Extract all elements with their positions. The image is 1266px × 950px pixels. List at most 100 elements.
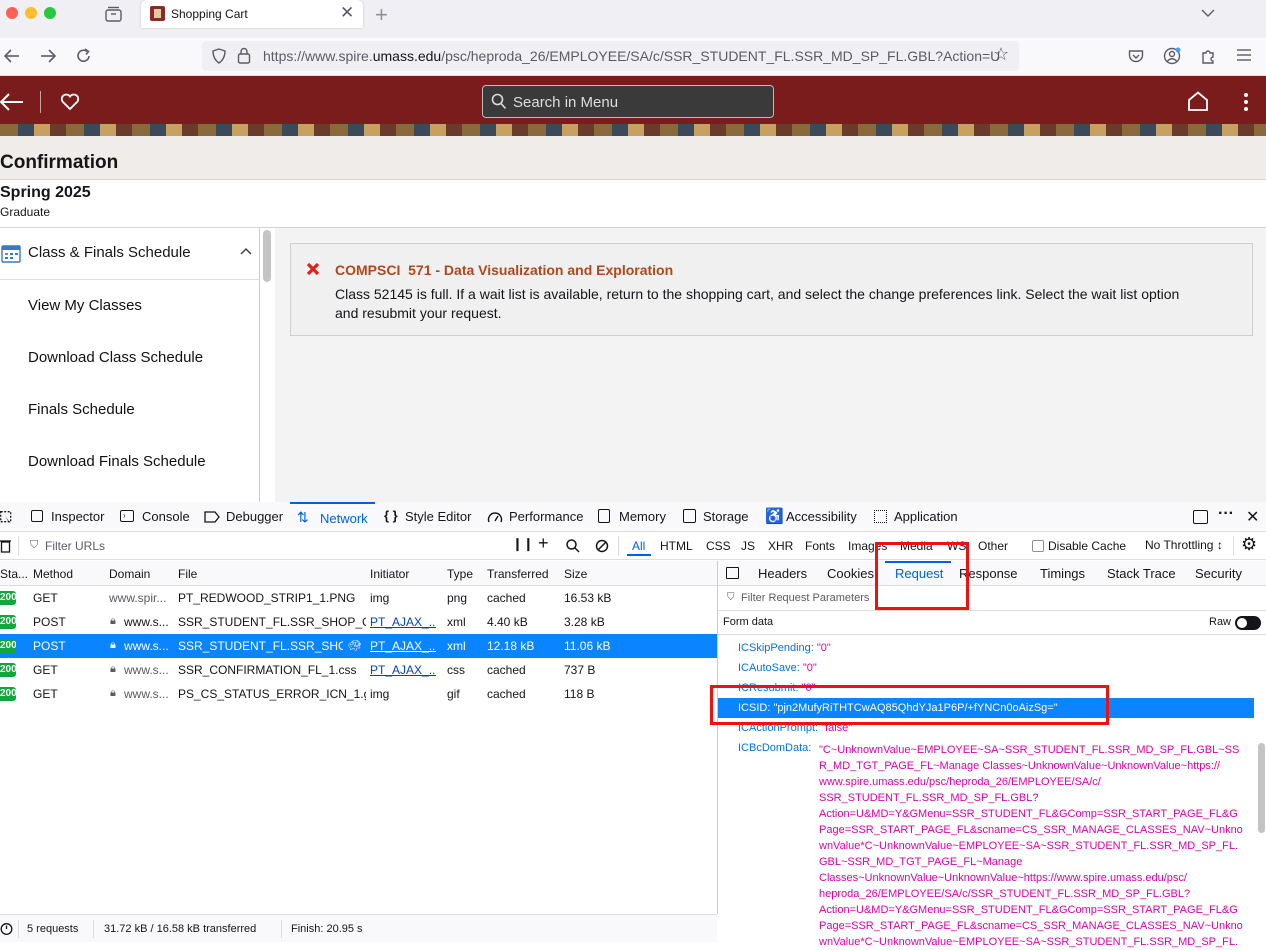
column-initiator[interactable]: Initiator bbox=[370, 567, 409, 581]
zoom-window-button[interactable] bbox=[44, 7, 56, 19]
tab-memory[interactable]: Memory bbox=[619, 509, 666, 524]
filter-js[interactable]: JS bbox=[741, 539, 755, 553]
sidebar-scrollbar[interactable] bbox=[263, 230, 271, 282]
console-icon: › bbox=[120, 510, 134, 522]
tab-stack-trace[interactable]: Stack Trace bbox=[1107, 566, 1176, 581]
hamburger-menu-icon[interactable] bbox=[1237, 49, 1251, 61]
add-icon[interactable]: + bbox=[538, 533, 549, 554]
home-icon[interactable] bbox=[1187, 91, 1209, 111]
disable-cache-checkbox[interactable] bbox=[1032, 540, 1044, 552]
stopwatch-icon[interactable] bbox=[0, 922, 13, 935]
tab-timings[interactable]: Timings bbox=[1040, 566, 1085, 581]
back-arrow-icon[interactable] bbox=[0, 93, 24, 111]
url-text[interactable]: https://www.spire.umass.edu/psc/heproda_… bbox=[263, 48, 1003, 64]
sidebar-item-download-finals-schedule[interactable]: Download Finals Schedule bbox=[28, 453, 206, 470]
forward-arrow-icon[interactable] bbox=[40, 49, 56, 63]
settings-gear-icon[interactable]: ⚙ bbox=[1241, 534, 1257, 555]
tab-network[interactable]: ⇅ Network bbox=[290, 502, 375, 532]
row-method: GET bbox=[33, 663, 58, 677]
tab-application[interactable]: Application bbox=[894, 509, 958, 524]
throttling-select[interactable]: No Throttling ↕ bbox=[1145, 538, 1223, 552]
sidebar-header[interactable]: Class & Finals Schedule bbox=[0, 228, 260, 280]
favorites-heart-icon[interactable] bbox=[60, 93, 80, 111]
table-row[interactable]: 200 GET 🔒︎ www.s... PS_CS_STATUS_ERROR_I… bbox=[0, 682, 717, 706]
toggle-sidebar-icon[interactable] bbox=[726, 567, 739, 579]
filter-css[interactable]: CSS bbox=[706, 539, 731, 553]
row-initiator-link[interactable]: PT_AJAX_... bbox=[370, 663, 436, 677]
row-domain: www.s... bbox=[124, 639, 169, 653]
status-badge: 200 bbox=[0, 687, 16, 701]
minimize-window-button[interactable] bbox=[25, 7, 37, 19]
tracking-protection-shield-icon[interactable] bbox=[211, 48, 227, 64]
raw-toggle[interactable] bbox=[1235, 616, 1261, 630]
tab-console[interactable]: Console bbox=[142, 509, 190, 524]
param-icbcdomdata-value[interactable]: "C~UnknownValue~EMPLOYEE~SA~SSR_STUDENT_… bbox=[819, 742, 1249, 950]
tab-shopping-cart[interactable]: Shopping Cart ✕ bbox=[141, 0, 363, 28]
pause-icon[interactable]: ❙❙ bbox=[512, 536, 534, 552]
sidebar-item-finals-schedule[interactable]: Finals Schedule bbox=[28, 401, 135, 418]
block-icon[interactable] bbox=[595, 539, 609, 553]
chevron-up-icon[interactable] bbox=[240, 247, 252, 255]
tab-groups-icon[interactable] bbox=[105, 6, 122, 22]
close-tab-icon[interactable]: ✕ bbox=[340, 3, 354, 23]
filter-urls-input[interactable]: Filter URLs bbox=[45, 539, 105, 553]
filter-html[interactable]: HTML bbox=[660, 539, 693, 553]
table-row[interactable]: 200 POST 🔒︎ www.s... SSR_STUDENT_FL.SSR_… bbox=[0, 610, 717, 634]
reload-icon[interactable] bbox=[76, 48, 92, 64]
search-menu-input[interactable]: Search in Menu bbox=[482, 85, 774, 118]
element-picker-icon[interactable] bbox=[0, 511, 12, 525]
column-type[interactable]: Type bbox=[447, 567, 473, 581]
extensions-puzzle-icon[interactable] bbox=[1200, 47, 1216, 65]
close-devtools-icon[interactable]: ✕ bbox=[1246, 507, 1259, 527]
pocket-icon[interactable] bbox=[1128, 49, 1144, 64]
param-value-line: wnValue*C~UnknownValue~EMPLOYEE~SA~SSR_S… bbox=[819, 936, 1239, 948]
filter-other[interactable]: Other bbox=[978, 539, 1008, 553]
column-file[interactable]: File bbox=[178, 567, 197, 581]
highlight-request-tab bbox=[875, 542, 969, 610]
param-icbcdomdata[interactable]: ICBcDomData: bbox=[738, 742, 811, 754]
table-row-selected[interactable]: 200 POST 🔒︎ www.s... SSR_STUDENT_FL.SSR_… bbox=[0, 634, 717, 658]
url-bar[interactable]: https://www.spire.umass.edu/psc/heproda_… bbox=[202, 41, 1019, 71]
filter-xhr[interactable]: XHR bbox=[768, 539, 793, 553]
row-initiator-link[interactable]: PT_AJAX_... bbox=[370, 639, 436, 653]
column-transferred[interactable]: Transferred bbox=[487, 567, 549, 581]
tab-security[interactable]: Security bbox=[1195, 566, 1242, 581]
param-icautosave[interactable]: ICAutoSave: "0" bbox=[738, 662, 817, 674]
tab-headers[interactable]: Headers bbox=[758, 566, 807, 581]
tab-debugger[interactable]: Debugger bbox=[226, 509, 283, 524]
debugger-icon bbox=[204, 511, 220, 523]
tab-cookies[interactable]: Cookies bbox=[827, 566, 874, 581]
sidebar-item-download-class-schedule[interactable]: Download Class Schedule bbox=[28, 349, 203, 366]
tab-storage[interactable]: Storage bbox=[703, 509, 749, 524]
dock-side-icon[interactable] bbox=[1193, 510, 1208, 524]
lock-icon[interactable] bbox=[237, 47, 251, 64]
sidebar-item-view-my-classes[interactable]: View My Classes bbox=[28, 297, 142, 314]
table-row[interactable]: 200 GET www.spir... PT_REDWOOD_STRIP1_1.… bbox=[0, 586, 717, 610]
row-initiator-link[interactable]: PT_AJAX_... bbox=[370, 615, 436, 629]
tab-inspector[interactable]: Inspector bbox=[51, 509, 104, 524]
column-status[interactable]: Sta... bbox=[0, 567, 28, 581]
more-options-icon[interactable]: ··· bbox=[1218, 505, 1234, 523]
bookmark-star-icon[interactable]: ☆ bbox=[993, 44, 1009, 65]
filter-all[interactable]: All bbox=[627, 536, 651, 556]
trash-icon[interactable] bbox=[0, 539, 11, 553]
column-domain[interactable]: Domain bbox=[109, 567, 150, 581]
tab-performance[interactable]: Performance bbox=[509, 509, 583, 524]
tab-accessibility[interactable]: Accessibility bbox=[786, 509, 857, 524]
account-avatar-icon[interactable] bbox=[1163, 47, 1181, 65]
new-tab-icon[interactable]: + bbox=[375, 2, 388, 28]
table-row[interactable]: 200 GET 🔒︎ www.s... SSR_CONFIRMATION_FL_… bbox=[0, 658, 717, 682]
column-size[interactable]: Size bbox=[564, 567, 587, 581]
close-window-button[interactable] bbox=[6, 7, 18, 19]
column-method[interactable]: Method bbox=[33, 567, 73, 581]
row-file: SSR_CONFIRMATION_FL_1.css bbox=[178, 663, 357, 677]
search-icon[interactable] bbox=[566, 539, 580, 553]
param-icskippending[interactable]: ICSkipPending: "0" bbox=[738, 642, 831, 654]
more-vertical-icon[interactable] bbox=[1243, 92, 1249, 112]
detail-scrollbar[interactable] bbox=[1258, 743, 1265, 833]
request-params-filter[interactable]: ⛉ Filter Request Parameters bbox=[718, 586, 1266, 611]
filter-fonts[interactable]: Fonts bbox=[805, 539, 835, 553]
chevron-down-icon[interactable] bbox=[1201, 9, 1215, 18]
tab-style-editor[interactable]: Style Editor bbox=[405, 509, 471, 524]
back-arrow-icon[interactable] bbox=[4, 49, 20, 63]
